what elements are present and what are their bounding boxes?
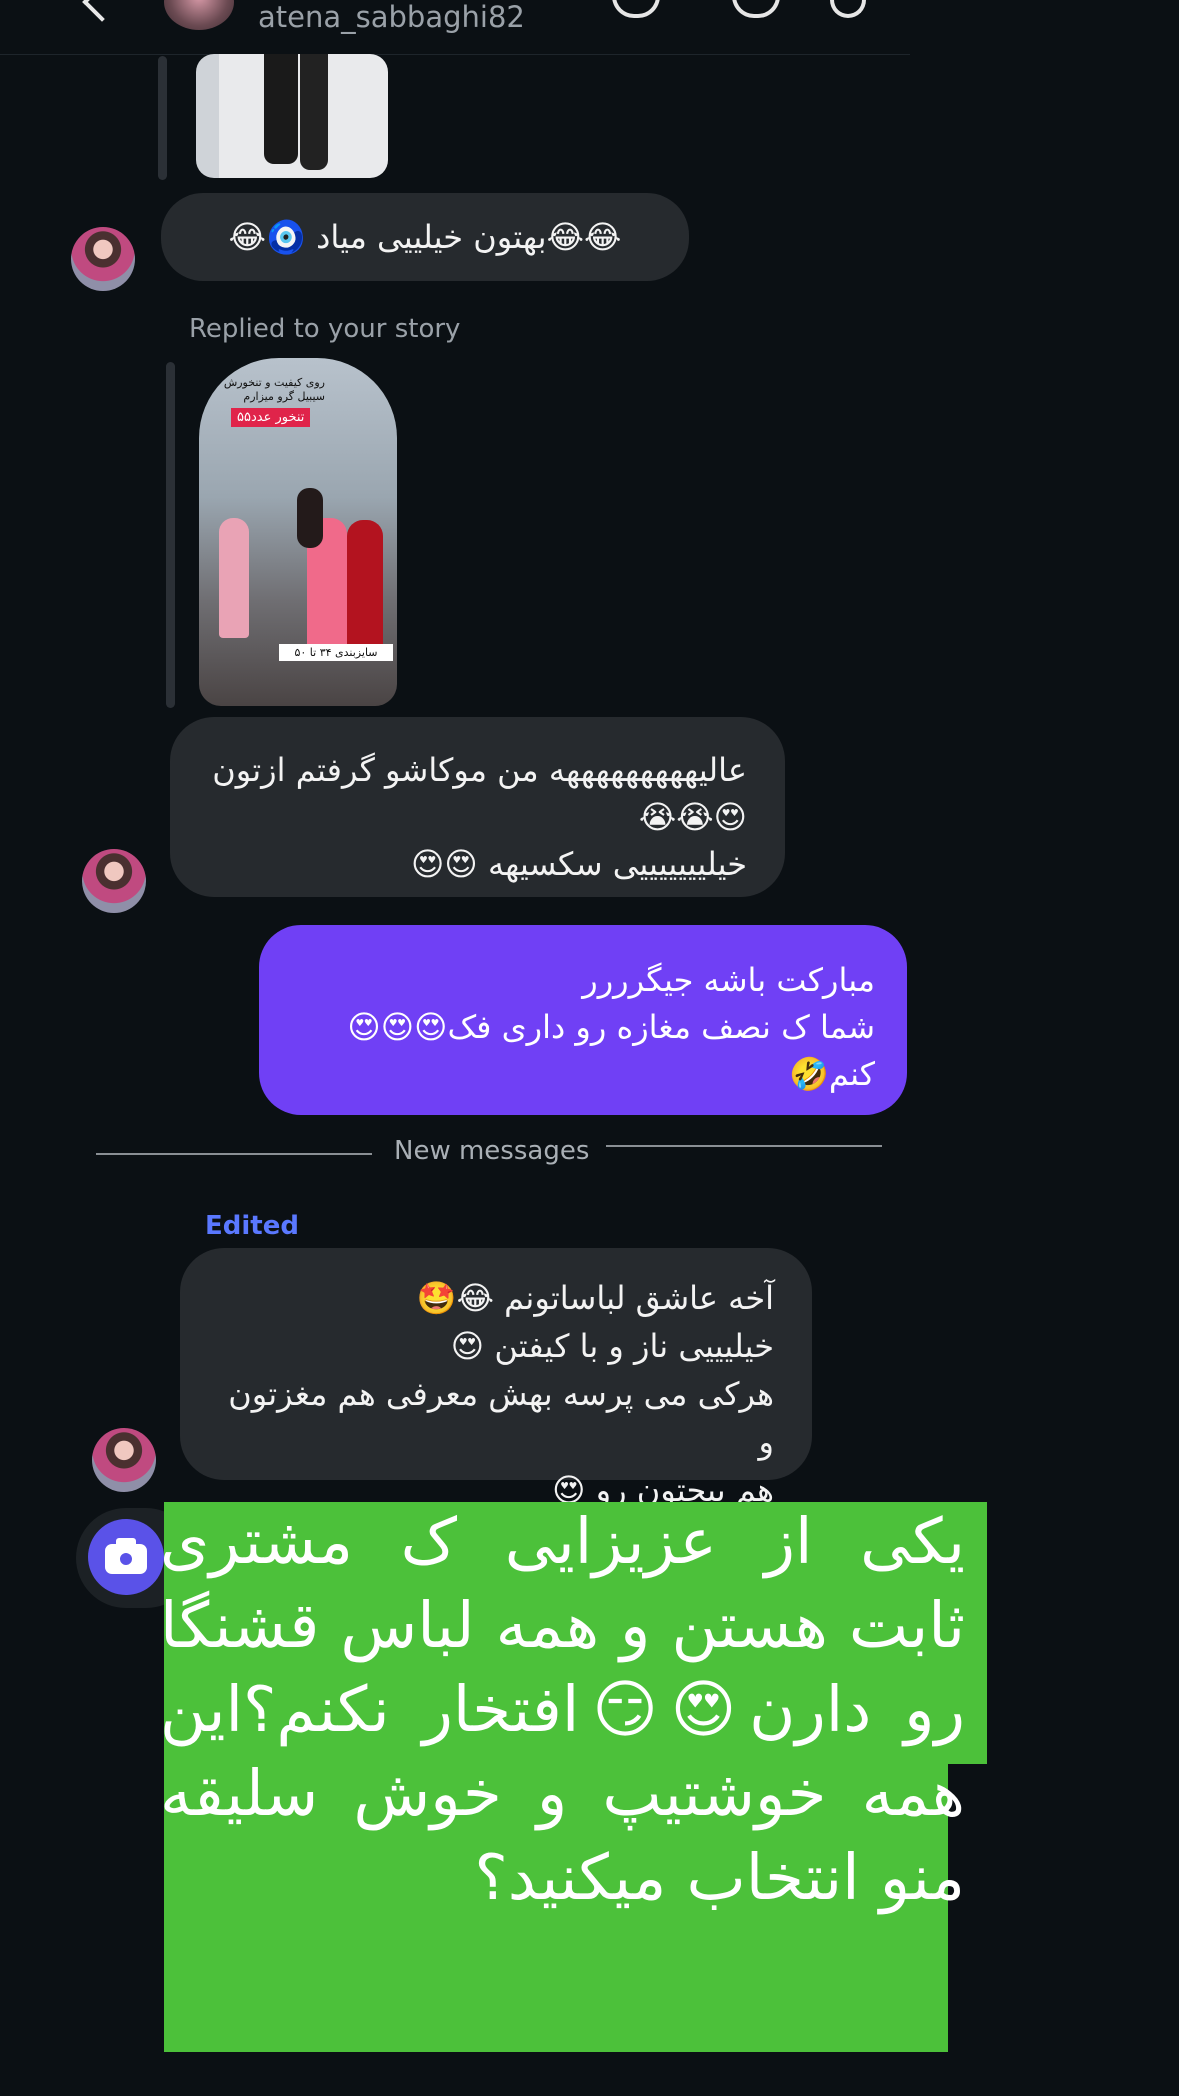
new-messages-label: New messages	[394, 1136, 590, 1166]
caption-overlay-text: یکی از عزیزایی ک مشتری ثابت هستن و همه ل…	[160, 1505, 965, 1914]
divider-line	[606, 1145, 882, 1147]
reply-quote-bar	[158, 56, 167, 180]
story-caption-bottom: سایزبندی ۳۴ تا ۵۰	[279, 644, 393, 661]
replied-to-story-label: Replied to your story	[189, 314, 461, 344]
message-line: 😍😭😭	[638, 798, 747, 836]
incoming-message[interactable]: عالیهههههههههه من موکاشو گرفتم ازتون 😍😭😭…	[170, 717, 785, 897]
story-caption-top: روی کیفیت و تنخورش سیبیل گرو میزارم	[223, 376, 325, 403]
message-line: مبارکت باشه جیگرررر	[582, 961, 875, 999]
message-line: خیلیییی ناز و با کیفتن 😍	[450, 1327, 774, 1365]
edited-label: Edited	[205, 1211, 299, 1241]
story-badge: تنخور عدد۵۵	[231, 408, 311, 427]
phone-icon[interactable]	[612, 0, 660, 18]
message-line: عالیهههههههههه من موکاشو گرفتم ازتون	[212, 751, 747, 789]
message-line: شما ک نصف مغازه رو داری فک😍😍😍	[347, 1008, 875, 1046]
message-line: هرکی می پرسه بهش معرفی هم مغزتون و	[228, 1375, 774, 1461]
outgoing-message[interactable]: مبارکت باشه جیگرررر شما ک نصف مغازه رو د…	[259, 925, 907, 1115]
message-line: کنم🤣	[788, 1055, 875, 1093]
chevron-left-icon[interactable]	[82, 0, 122, 22]
story-thumbnail-2[interactable]: روی کیفیت و تنخورش سیبیل گرو میزارم تنخو…	[199, 358, 397, 706]
message-text: 😂😂بهتون خیلییی میاد 🧿😂	[228, 217, 622, 256]
camera-button[interactable]	[88, 1519, 164, 1595]
reply-quote-bar	[166, 362, 175, 708]
sender-avatar[interactable]	[92, 1428, 156, 1492]
divider-line	[96, 1153, 372, 1155]
header-avatar[interactable]	[164, 0, 234, 30]
incoming-message[interactable]: 😂😂بهتون خیلییی میاد 🧿😂	[161, 193, 689, 281]
message-line: آخه عاشق لباساتونم 😂🤩	[416, 1279, 774, 1317]
flag-icon[interactable]	[830, 0, 866, 18]
message-line: خیلیییییییی سکسیهه 😍😍	[411, 845, 747, 883]
incoming-message[interactable]: آخه عاشق لباساتونم 😂🤩 خیلیییی ناز و با ک…	[180, 1248, 812, 1509]
sender-avatar[interactable]	[71, 227, 135, 291]
video-icon[interactable]	[732, 0, 780, 18]
sender-avatar[interactable]	[82, 849, 146, 913]
header-username[interactable]: atena_sabbaghi82	[258, 0, 525, 34]
story-thumbnail-1[interactable]	[196, 54, 388, 178]
chat-header: atena_sabbaghi82	[0, 0, 910, 55]
